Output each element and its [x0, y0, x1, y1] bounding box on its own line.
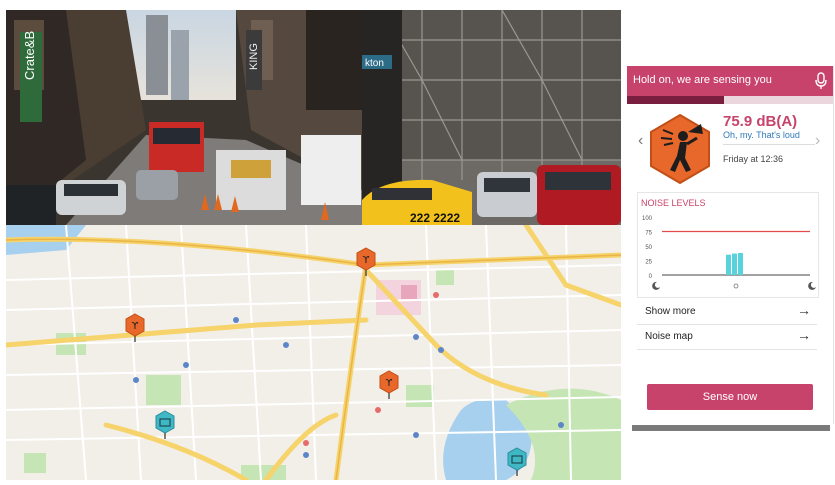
street-photo-right: kton 222 2222	[362, 10, 621, 225]
noise-marker-quiet[interactable]	[506, 447, 528, 482]
loud-person-icon	[647, 112, 713, 186]
moon-icon	[652, 281, 660, 290]
previous-arrow-icon[interactable]: ‹	[638, 132, 643, 150]
y-tick-label: 75	[645, 231, 652, 237]
y-tick-label: 50	[645, 245, 652, 251]
app-header: Hold on, we are sensing you	[627, 66, 833, 96]
sensing-progress-fill	[627, 96, 724, 104]
next-arrow-icon[interactable]: ›	[815, 132, 820, 150]
noise-marker-loud[interactable]: ϒ	[378, 370, 400, 405]
store-sign: Crate&B	[22, 31, 37, 80]
noise-map[interactable]: ϒ ϒ ϒ	[3, 222, 624, 483]
microphone-icon[interactable]	[815, 72, 827, 90]
header-title: Hold on, we are sensing you	[633, 74, 772, 86]
measurement-time: Friday at 12:36	[723, 154, 784, 164]
divider	[723, 144, 815, 145]
loudness-comment: Oh, my. That's loud	[723, 130, 800, 140]
svg-text:ϒ: ϒ	[363, 255, 370, 266]
street-sign: kton	[365, 58, 384, 69]
noise-bar	[732, 253, 737, 275]
y-tick-label: 100	[642, 216, 653, 222]
noise-marker-loud[interactable]: ϒ	[355, 247, 377, 282]
noise-chart-canvas: 100 75 50 25 0	[642, 216, 816, 290]
taxi-number: 222 2222	[410, 211, 460, 225]
arrow-right-icon[interactable]: →	[797, 302, 811, 318]
decibel-reading: 75.9 dB(A)	[723, 113, 798, 130]
noise-marker-quiet[interactable]	[154, 410, 176, 445]
street-photo-left: Crate&B KING	[6, 10, 362, 225]
svg-text:ϒ: ϒ	[132, 321, 139, 332]
noise-bar	[738, 252, 743, 275]
y-tick-label: 0	[649, 274, 653, 280]
phone-shadow	[632, 425, 830, 431]
sun-icon	[733, 283, 739, 289]
noise-app-panel: Hold on, we are sensing you ‹ › 75.9 dB(…	[627, 66, 834, 424]
arrow-right-icon[interactable]: →	[797, 327, 811, 343]
sense-now-button[interactable]: Sense now	[647, 384, 813, 410]
moon-icon	[808, 281, 816, 290]
noise-levels-chart: NOISE LEVELS 100 75 50 25 0	[637, 192, 819, 298]
noise-marker-loud[interactable]: ϒ	[124, 313, 146, 348]
svg-text:ϒ: ϒ	[386, 378, 393, 389]
noise-bar	[726, 254, 731, 275]
y-tick-label: 25	[645, 260, 652, 266]
noise-map-row[interactable]: Noise map →	[637, 325, 817, 350]
sensing-progress-bar	[627, 96, 833, 104]
hotel-sign: KING	[248, 43, 260, 70]
show-more-label: Show more	[645, 306, 696, 317]
noise-map-label: Noise map	[645, 331, 693, 342]
show-more-row[interactable]: Show more →	[637, 300, 817, 325]
